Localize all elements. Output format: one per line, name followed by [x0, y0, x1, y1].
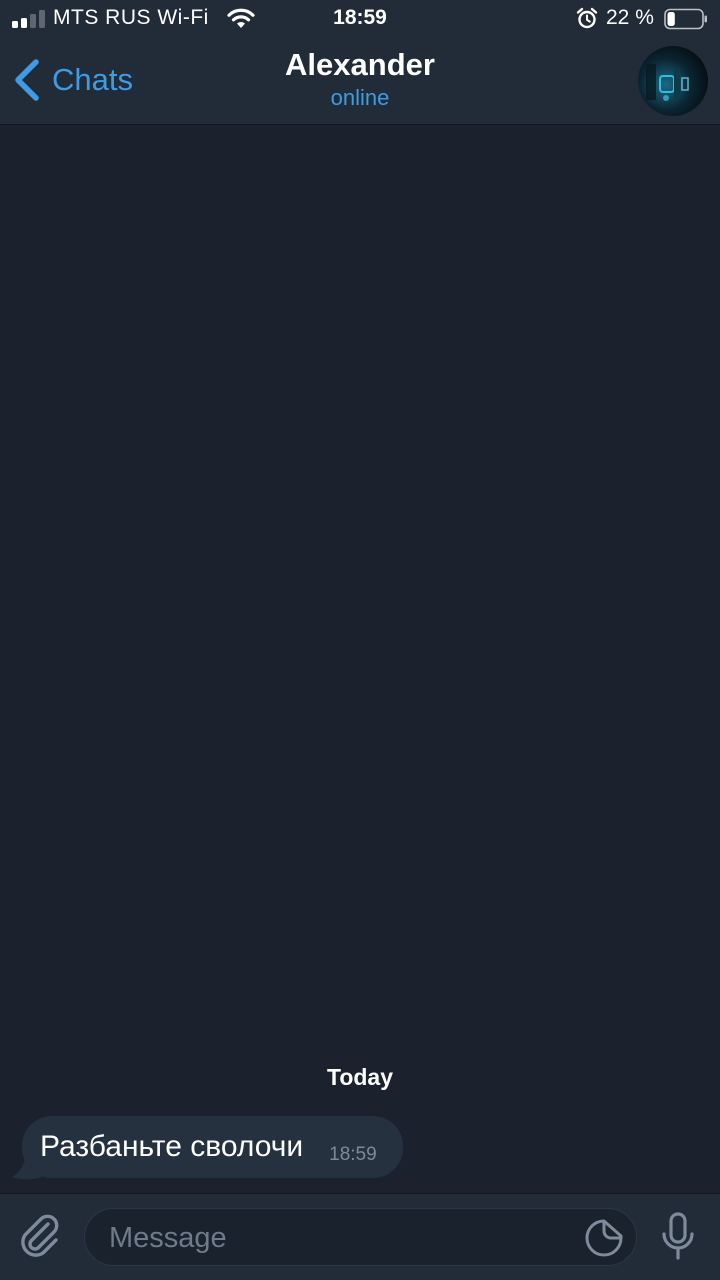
- chat-screen: MTS RUS Wi-Fi 18:59 22 % Chats Alexander…: [0, 0, 720, 1280]
- message-time: 18:59: [329, 1144, 377, 1165]
- top-bar: MTS RUS Wi-Fi 18:59 22 % Chats Alexander…: [0, 0, 720, 125]
- message-list[interactable]: Today Разбаньте сволочи 18:59: [0, 125, 720, 1193]
- date-separator-label: Today: [326, 1064, 394, 1090]
- microphone-icon[interactable]: [660, 1212, 696, 1262]
- message-text: Разбаньте сволочи: [40, 1130, 304, 1163]
- sticker-icon[interactable]: [585, 1219, 623, 1257]
- battery-icon: [664, 8, 707, 30]
- battery-percentage: 22 %: [606, 6, 654, 29]
- back-button[interactable]: Chats: [12, 56, 133, 104]
- message-bubble[interactable]: Разбаньте сволочи 18:59: [22, 1116, 403, 1178]
- avatar[interactable]: [638, 46, 708, 116]
- date-separator: Today: [0, 1061, 720, 1094]
- message-field[interactable]: [84, 1208, 637, 1266]
- message-input[interactable]: [107, 1217, 571, 1259]
- status-bar: MTS RUS Wi-Fi 18:59 22 %: [0, 0, 720, 40]
- paperclip-icon[interactable]: [18, 1210, 62, 1260]
- navigation-bar: Chats Alexander online: [0, 40, 720, 124]
- back-button-label: Chats: [52, 62, 133, 97]
- chat-header[interactable]: Alexander online: [160, 46, 560, 112]
- alarm-icon: [576, 7, 598, 29]
- input-bar: [0, 1193, 720, 1280]
- avatar-image: [646, 64, 689, 101]
- chat-title: Alexander: [285, 47, 435, 82]
- chevron-left-icon: [15, 59, 39, 101]
- presence-status: online: [330, 85, 390, 110]
